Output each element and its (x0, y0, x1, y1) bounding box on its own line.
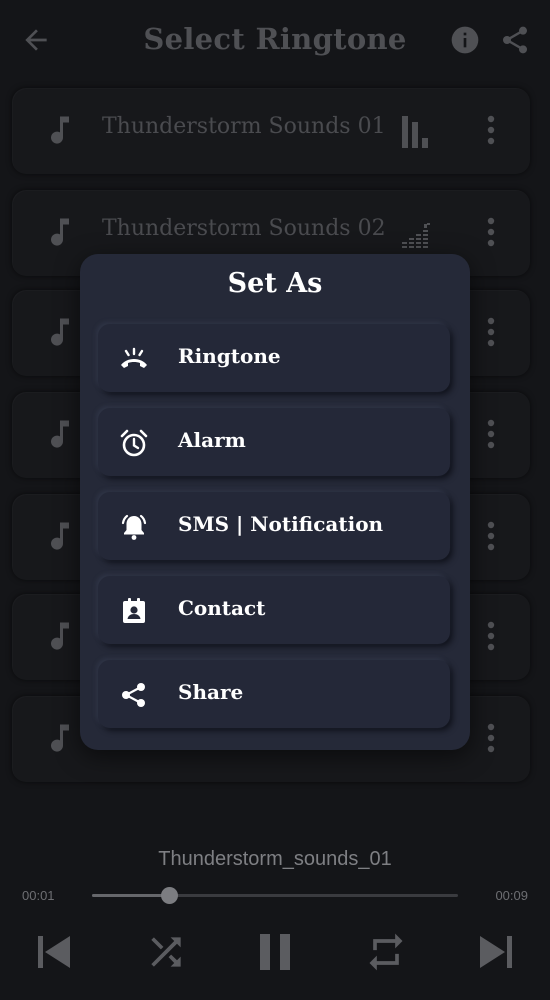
share-icon (122, 683, 145, 707)
option-label: Share (178, 680, 244, 704)
share-option-button[interactable]: Share (98, 660, 450, 728)
set-as-dialog: Set As Ringtone Alarm SMS | Notification (80, 254, 470, 750)
option-label: Ringtone (178, 344, 281, 368)
alarm-clock-icon (120, 429, 148, 457)
contact-card-icon (123, 598, 145, 623)
option-label: Contact (178, 596, 266, 620)
option-label: SMS | Notification (178, 512, 384, 536)
option-label: Alarm (178, 428, 246, 452)
set-as-ringtone-button[interactable]: Ringtone (98, 324, 450, 392)
set-as-alarm-button[interactable]: Alarm (98, 408, 450, 476)
bell-ring-icon (121, 514, 147, 540)
phone-ring-icon (121, 347, 147, 368)
set-as-contact-button[interactable]: Contact (98, 576, 450, 644)
set-as-notification-button[interactable]: SMS | Notification (98, 492, 450, 560)
dialog-title: Set As (227, 268, 323, 299)
